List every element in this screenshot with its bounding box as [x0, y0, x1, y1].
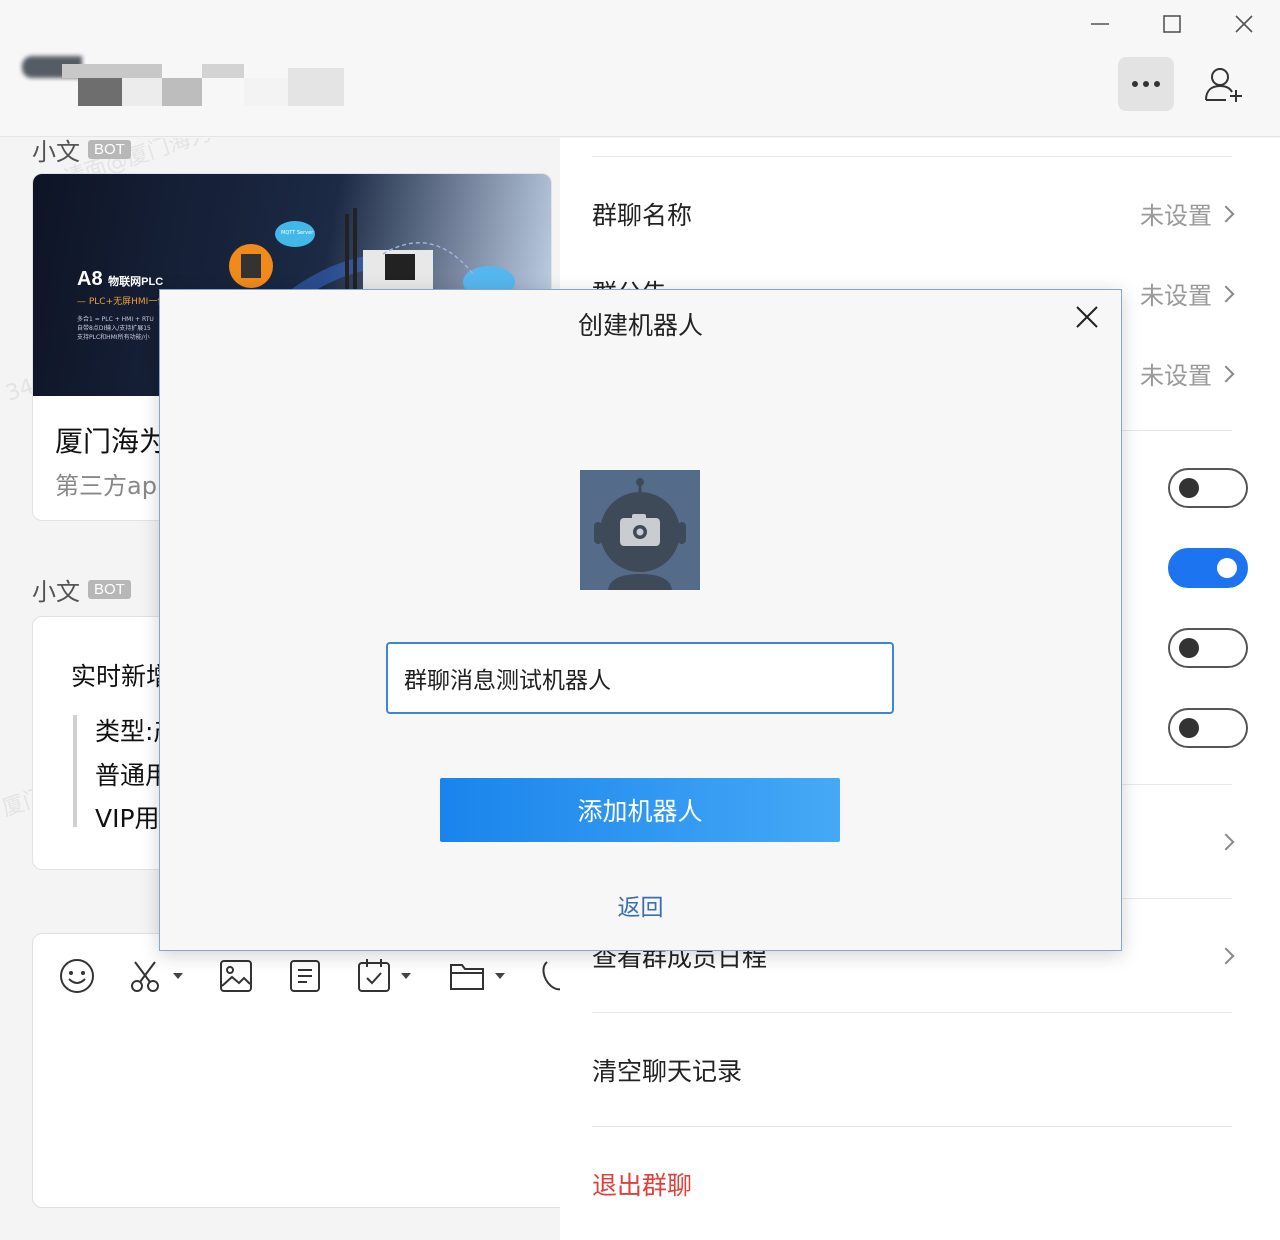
quote-bar [73, 715, 77, 827]
add-robot-button[interactable]: 添加机器人 [440, 778, 840, 842]
robot-camera-icon [594, 478, 686, 590]
document-button[interactable] [289, 958, 321, 994]
call-button[interactable] [539, 958, 560, 994]
card-title: 实时新增 [71, 662, 172, 691]
clear-history-button[interactable]: 清空聊天记录 [592, 1052, 742, 1088]
chevron-down-icon[interactable] [495, 973, 505, 979]
screenshot-button[interactable] [129, 958, 183, 994]
emoji-button[interactable] [59, 958, 95, 994]
calendar-check-icon [358, 959, 390, 992]
create-robot-dialog: 创建机器人 添加机器人 返回 [159, 289, 1122, 951]
maximize-icon [1163, 15, 1181, 33]
toggle-knob [1217, 558, 1237, 578]
close-icon [1235, 15, 1253, 33]
emoji-icon [60, 959, 94, 993]
window-close-button[interactable] [1226, 8, 1262, 40]
setting-toggle[interactable] [1168, 628, 1248, 668]
close-icon [1076, 306, 1098, 328]
divider [592, 156, 1232, 157]
back-link[interactable]: 返回 [160, 888, 1121, 922]
scissors-icon [131, 961, 159, 992]
chevron-right-icon[interactable] [1217, 205, 1235, 223]
minimize-button[interactable] [1082, 8, 1118, 40]
file-button[interactable] [449, 958, 505, 994]
group-notice-value[interactable]: 未设置 [1140, 276, 1212, 311]
chevron-down-icon[interactable] [401, 973, 411, 979]
add-member-button[interactable] [1200, 62, 1248, 110]
group-name-value[interactable]: 未设置 [1140, 196, 1212, 231]
chat-title-obscured [22, 56, 352, 108]
divider [592, 1126, 1232, 1127]
image-button[interactable] [219, 958, 253, 994]
bot-badge: BOT [88, 580, 131, 599]
dialog-title: 创建机器人 [577, 311, 703, 340]
chevron-right-icon[interactable] [1217, 947, 1235, 965]
divider [592, 1012, 1232, 1013]
robot-avatar-upload[interactable] [580, 470, 700, 590]
folder-icon [450, 964, 484, 990]
chevron-right-icon[interactable] [1217, 833, 1235, 851]
document-icon [290, 960, 320, 992]
quote-line: VIP用 [95, 804, 160, 833]
maximize-button[interactable] [1154, 8, 1190, 40]
minimize-icon [1091, 23, 1109, 25]
bot-badge: BOT [88, 140, 131, 159]
sender-name: 小文 [32, 578, 80, 606]
title-bar [0, 0, 1280, 137]
schedule-button[interactable] [357, 958, 411, 994]
more-icon [1132, 81, 1138, 87]
card-subtitle: 第三方api [55, 472, 164, 500]
message-sender: 小文 BOT [32, 572, 131, 607]
dialog-close-button[interactable] [1072, 302, 1102, 332]
toggle-knob [1179, 478, 1199, 498]
robot-name-input[interactable] [386, 642, 894, 714]
toggle-knob [1179, 638, 1199, 658]
setting-toggle[interactable] [1168, 548, 1248, 588]
exit-group-button[interactable]: 退出群聊 [592, 1166, 692, 1202]
more-options-button[interactable] [1118, 57, 1174, 111]
chevron-right-icon[interactable] [1217, 285, 1235, 303]
sender-name: 小文 [32, 138, 80, 166]
chevron-down-icon[interactable] [173, 973, 183, 979]
message-composer[interactable] [32, 933, 560, 1208]
setting-toggle[interactable] [1168, 708, 1248, 748]
setting-value[interactable]: 未设置 [1140, 356, 1212, 391]
message-sender: 小文 BOT [32, 138, 131, 167]
chevron-right-icon[interactable] [1217, 365, 1235, 383]
image-icon [220, 960, 252, 992]
group-name-label: 群聊名称 [592, 201, 693, 230]
banner-cloud-label: MQTT Server [281, 230, 314, 236]
card-title: 厦门海为 [55, 425, 168, 458]
toggle-knob [1179, 718, 1199, 738]
add-member-icon [1205, 68, 1242, 102]
phone-icon [542, 961, 560, 991]
setting-toggle[interactable] [1168, 468, 1248, 508]
